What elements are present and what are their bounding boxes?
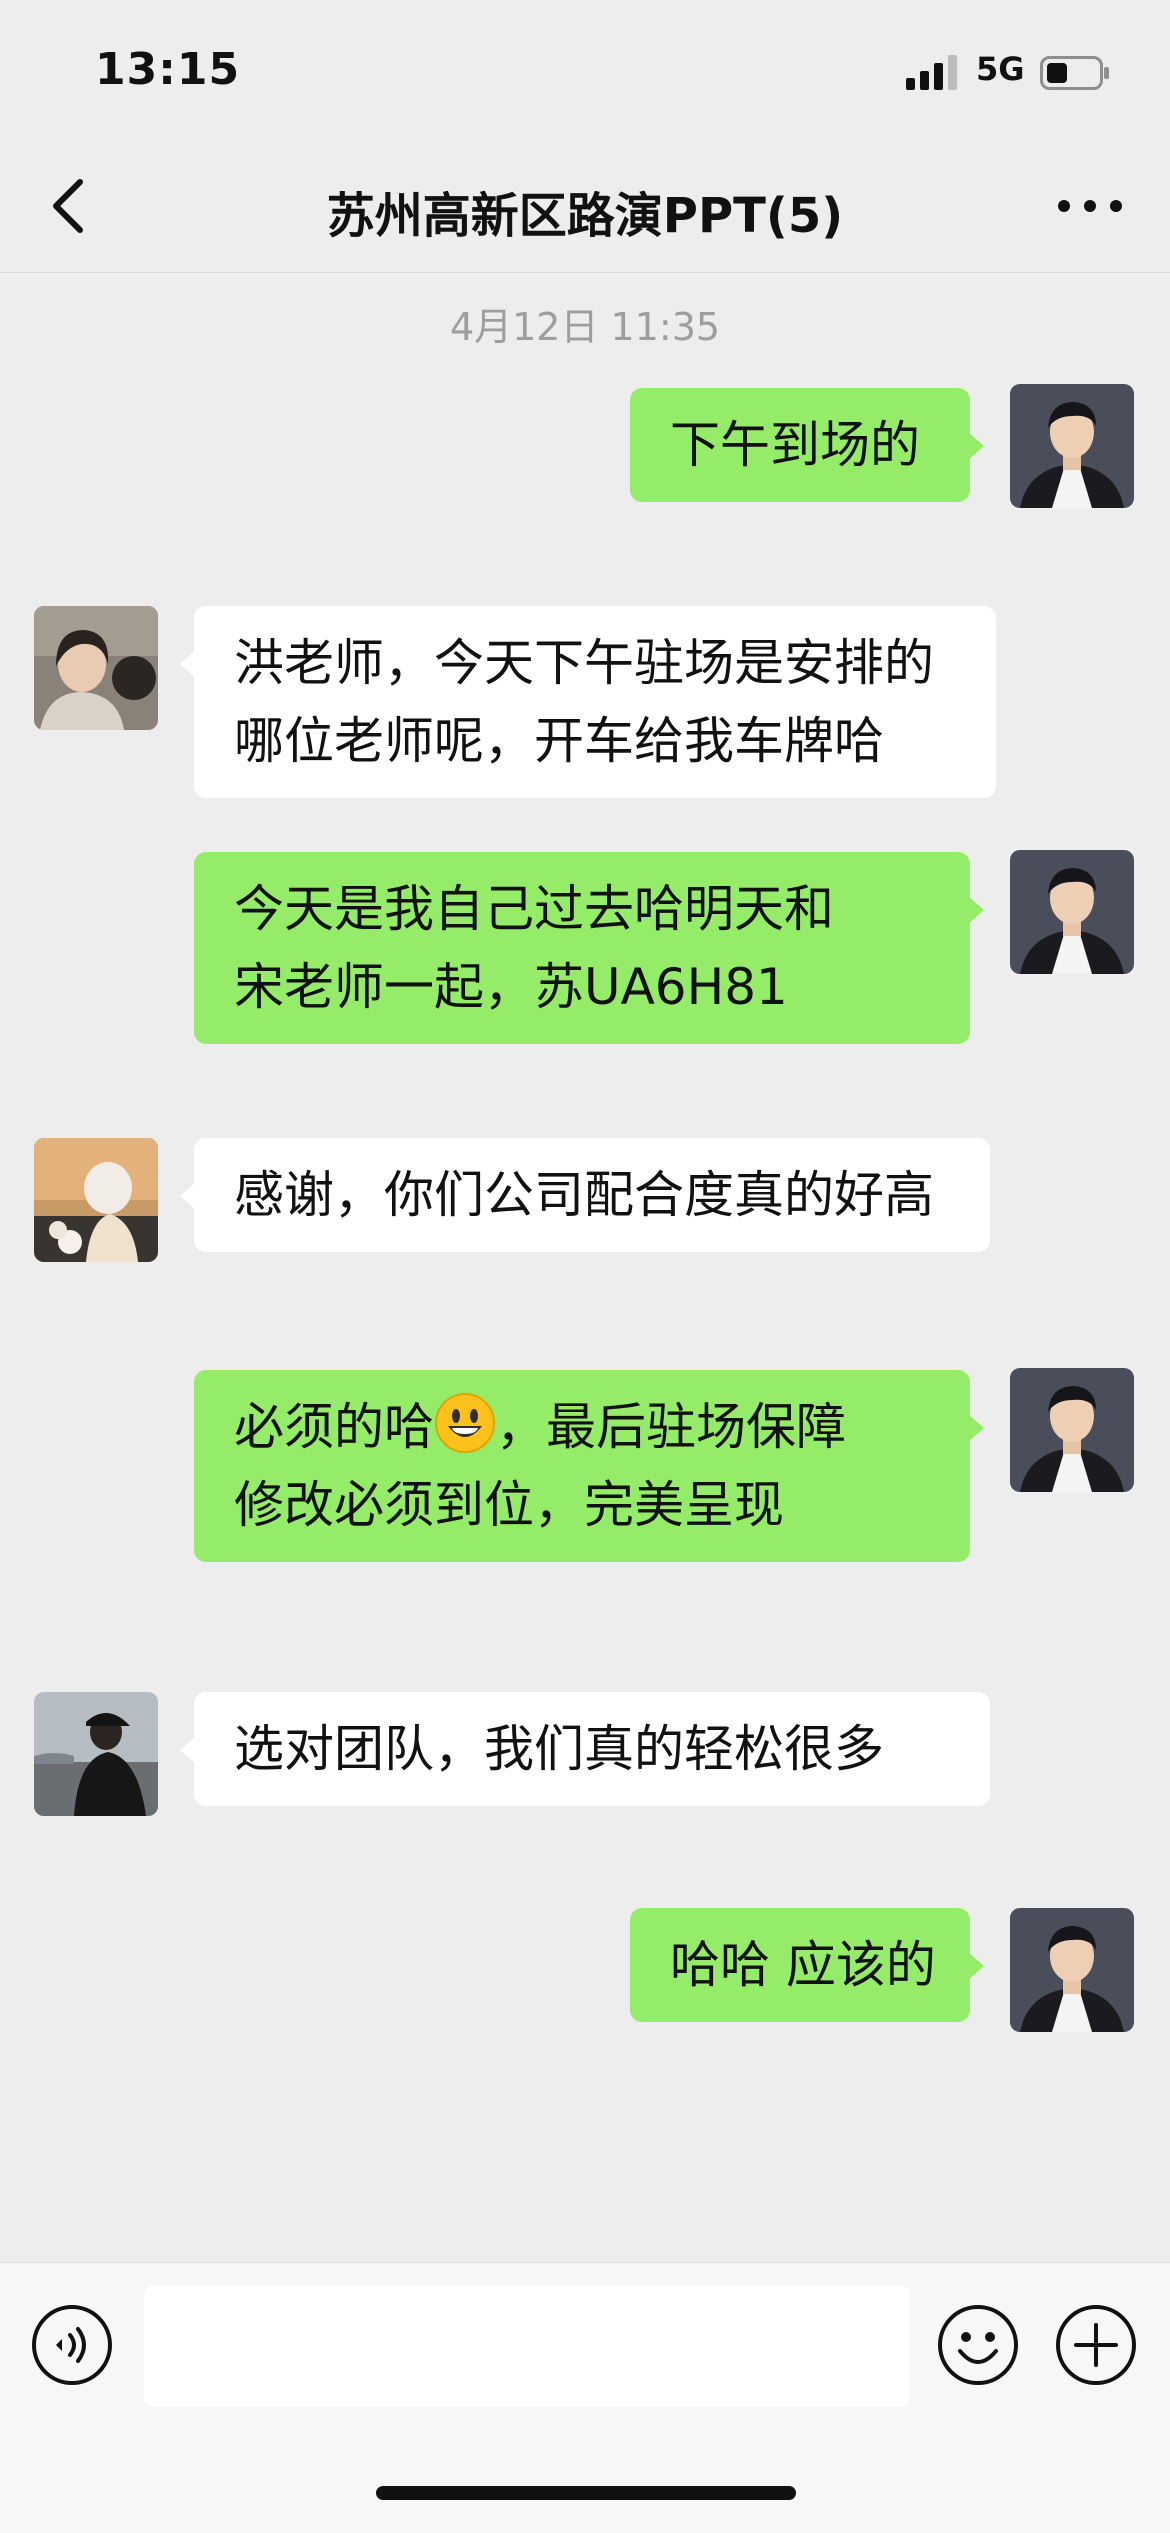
message-text: 宋老师一起，苏UA6H81	[234, 958, 788, 1016]
network-type: 5G	[976, 50, 1025, 88]
message-text: 今天是我自己过去哈明天和	[234, 880, 834, 938]
avatar-woman-hood[interactable]	[34, 1138, 158, 1262]
emoji-icon[interactable]	[936, 2303, 1020, 2387]
chat-header: 苏州高新区路演PPT(5)	[0, 140, 1170, 273]
avatar-male-suit[interactable]	[1010, 384, 1134, 508]
status-bar: 13:15 5G	[0, 0, 1170, 140]
message-text: 感谢，你们公司配合度真的好高	[234, 1166, 934, 1224]
avatar-male-suit[interactable]	[1010, 1908, 1134, 2032]
battery-icon	[1040, 56, 1109, 90]
message-input[interactable]	[144, 2285, 910, 2407]
message-text: 哪位老师呢，开车给我车牌哈	[234, 712, 884, 770]
message-line: 必须的哈 ，最后驻场保障	[234, 1388, 942, 1466]
message-text: 修改必须到位，完美呈现	[234, 1476, 784, 1534]
more-options-icon[interactable]	[1054, 186, 1126, 226]
home-indicator[interactable]	[376, 2486, 796, 2500]
message-timestamp: 4月12日 11:35	[449, 305, 721, 349]
message-bubble-sent[interactable]: 今天是我自己过去哈明天和 宋老师一起，苏UA6H81	[194, 852, 984, 1044]
message-text: 必须的哈	[234, 1398, 434, 1456]
message-text: 下午到场的	[670, 416, 920, 474]
message-bubble-received[interactable]: 洪老师，今天下午驻场是安排的 哪位老师呢，开车给我车牌哈	[180, 606, 996, 798]
signal-icon	[906, 55, 957, 90]
message-text: ，最后驻场保障	[496, 1398, 846, 1456]
status-time: 13:15	[95, 44, 241, 95]
avatar-male-suit[interactable]	[1010, 1368, 1134, 1492]
message-text: 选对团队，我们真的轻松很多	[234, 1720, 884, 1778]
message-text: 哈哈 应该的	[670, 1936, 936, 1994]
message-bubble-sent[interactable]: 哈哈 应该的	[630, 1908, 984, 2022]
avatar-girl[interactable]	[34, 606, 158, 730]
message-bubble-sent[interactable]: 必须的哈 ，最后驻场保障 修改必须到位，完美呈现	[194, 1370, 984, 1562]
message-text: 洪老师，今天下午驻场是安排的	[234, 634, 934, 692]
avatar-male-suit[interactable]	[1010, 850, 1134, 974]
voice-icon[interactable]	[30, 2303, 114, 2387]
avatar-man-cap[interactable]	[34, 1692, 158, 1816]
grinning-face-emoji-icon	[435, 1393, 495, 1453]
chat-title: 苏州高新区路演PPT(5)	[326, 188, 844, 244]
message-bubble-sent[interactable]: 下午到场的	[630, 388, 984, 502]
message-bubble-received[interactable]: 选对团队，我们真的轻松很多	[180, 1692, 990, 1806]
plus-icon[interactable]	[1054, 2303, 1138, 2387]
message-bubble-received[interactable]: 感谢，你们公司配合度真的好高	[180, 1138, 990, 1252]
